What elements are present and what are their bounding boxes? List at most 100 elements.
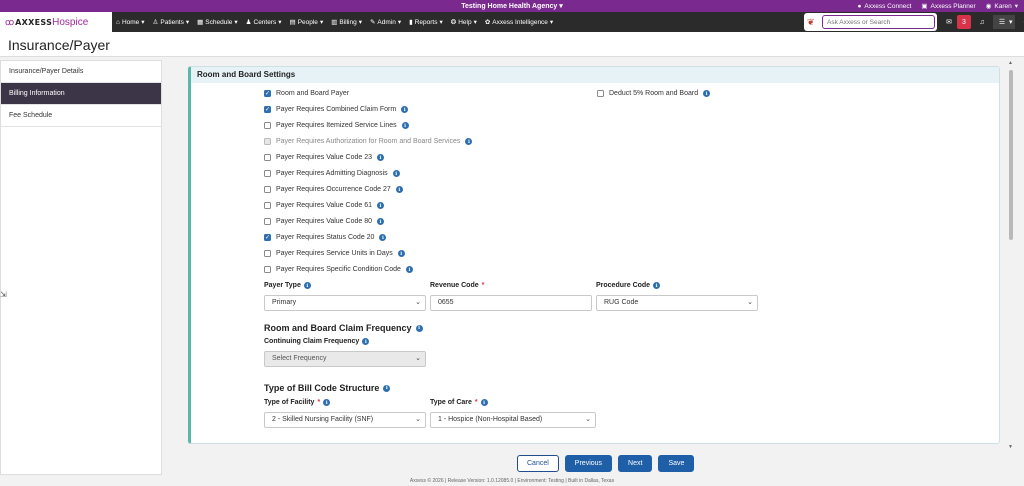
- info-icon[interactable]: i: [415, 324, 423, 332]
- add-button[interactable]: +▾: [1019, 15, 1024, 29]
- payer-type-select[interactable]: Primary ⌄: [264, 295, 426, 311]
- chat-icon: ●: [857, 2, 862, 10]
- info-icon[interactable]: i: [376, 202, 384, 209]
- nav-patients-label: Patients: [160, 18, 184, 26]
- axxess-connect-link[interactable]: ● Axxess Connect: [857, 2, 911, 10]
- nav-home[interactable]: ⌂ Home ▾: [116, 18, 145, 27]
- checkbox-row[interactable]: Payer Requires Value Code 61 i: [264, 202, 384, 209]
- checkbox-box: [597, 90, 604, 97]
- info-icon[interactable]: i: [376, 218, 384, 225]
- required-marker: *: [481, 282, 485, 289]
- cancel-button[interactable]: Cancel: [517, 455, 559, 472]
- info-icon[interactable]: i: [653, 282, 661, 289]
- checkbox-label: Payer Requires Occurrence Code 27: [276, 186, 391, 193]
- info-icon[interactable]: i: [376, 154, 384, 161]
- nav-people[interactable]: ▤ People ▾: [290, 18, 324, 27]
- info-icon[interactable]: i: [303, 282, 311, 289]
- ai-assistant-icon[interactable]: ❦: [807, 17, 815, 28]
- logo-word: AXXESS: [15, 17, 53, 27]
- revenue-code-input[interactable]: 0655: [430, 295, 592, 311]
- type-of-facility-select[interactable]: 2 - Skilled Nursing Facility (SNF) ⌄: [264, 412, 426, 428]
- axxess-planner-link[interactable]: ▣ Axxess Planner: [921, 2, 975, 11]
- nav-schedule[interactable]: ▦ Schedule ▾: [197, 18, 238, 27]
- info-icon[interactable]: i: [383, 384, 391, 392]
- checkbox-box: [264, 138, 271, 145]
- checkbox-row[interactable]: Payer Requires Value Code 80 i: [264, 218, 384, 225]
- nav-reports[interactable]: ▮ Reports ▾: [409, 18, 443, 27]
- checkbox-box: [264, 122, 271, 129]
- procedure-code-select[interactable]: RUG Code ⌄: [596, 295, 758, 311]
- info-icon[interactable]: i: [401, 122, 409, 129]
- type-of-care-select[interactable]: 1 - Hospice (Non-Hospital Based) ⌄: [430, 412, 596, 428]
- continuing-claim-frequency-select[interactable]: Select Frequency ⌄: [264, 351, 426, 367]
- axxess-hospice-logo[interactable]: ꝏ AXXESS Hospice: [0, 12, 112, 32]
- user-menu[interactable]: ◉ Karen ▾: [985, 2, 1018, 11]
- nav-billing[interactable]: ▥ Billing ▾: [331, 18, 362, 27]
- claim-frequency-heading: Room and Board Claim Frequency i: [264, 323, 423, 333]
- chevron-down-icon: ⌄: [747, 299, 753, 306]
- logo-product: Hospice: [52, 16, 89, 28]
- checkbox-row[interactable]: Payer Requires Occurrence Code 27 i: [264, 186, 403, 193]
- next-button[interactable]: Next: [618, 455, 653, 472]
- sidebar-item-billing-information[interactable]: Billing Information: [1, 83, 161, 105]
- top-bar: Testing Home Health Agency ▾ ● Axxess Con…: [0, 0, 1024, 12]
- checkbox-row[interactable]: Payer Requires Admitting Diagnosis i: [264, 170, 400, 177]
- checkbox-row[interactable]: Payer Requires Authorization for Room an…: [264, 138, 473, 145]
- info-icon[interactable]: i: [392, 170, 400, 177]
- main-content: Room and Board Settings ✓ Room and Board …: [180, 60, 1016, 450]
- type-of-care-label: Type of Care * i: [430, 399, 488, 406]
- checkbox-row[interactable]: ✓ Payer Requires Combined Claim Form i: [264, 106, 409, 113]
- deduct-5-room-board-checkbox[interactable]: Deduct 5% Room and Board i: [597, 90, 711, 97]
- checkbox-row[interactable]: ✓ Room and Board Payer: [264, 90, 349, 97]
- sidebar-item-insurance-payer-details[interactable]: Insurance/Payer Details: [1, 61, 161, 83]
- user-circle-icon: ◉: [985, 3, 992, 10]
- info-icon[interactable]: i: [480, 399, 488, 406]
- checkbox-row[interactable]: Payer Requires Specific Condition Code i: [264, 266, 413, 273]
- nav-home-label: Home: [121, 18, 140, 26]
- info-icon[interactable]: i: [401, 106, 409, 113]
- checkbox-row[interactable]: Payer Requires Value Code 23 i: [264, 154, 384, 161]
- release-footnote: Axxess © 2026 | Release Version: 1.0.120…: [409, 478, 615, 484]
- bill-code-heading-text: Type of Bill Code Structure: [264, 383, 380, 393]
- checkbox-box: [264, 266, 271, 273]
- nav-help[interactable]: ❂ Help ▾: [450, 18, 477, 27]
- checkbox-box: [264, 186, 271, 193]
- scrollbar-thumb[interactable]: [1009, 70, 1013, 240]
- required-marker: *: [317, 399, 321, 406]
- form-actions: Cancel Previous Next Save: [517, 455, 695, 472]
- notifications-button[interactable]: ♫: [975, 15, 989, 29]
- scroll-up-icon[interactable]: ▲: [1008, 60, 1013, 66]
- checkbox-row[interactable]: Payer Requires Service Units in Days i: [264, 250, 405, 257]
- checked-checkbox-icon: ✓: [264, 106, 271, 113]
- previous-button[interactable]: Previous: [564, 455, 613, 472]
- nav-admin[interactable]: ✎ Admin ▾: [370, 18, 401, 27]
- info-icon[interactable]: i: [323, 399, 331, 406]
- search-input[interactable]: [822, 15, 935, 29]
- info-icon[interactable]: i: [362, 338, 370, 345]
- calendar-icon: ▦: [197, 19, 204, 26]
- nav-axxess-intelligence[interactable]: ✿ Axxess Intelligence ▾: [485, 18, 553, 27]
- checkbox-row[interactable]: ✓ Payer Requires Status Code 20 i: [264, 234, 387, 241]
- nav-centers-label: Centers: [253, 18, 277, 26]
- help-icon: ❂: [450, 19, 457, 26]
- sidebar-item-fee-schedule[interactable]: Fee Schedule: [1, 105, 161, 127]
- menu-button[interactable]: ☰ ▾: [993, 15, 1015, 29]
- checkbox-box: [264, 250, 271, 257]
- chevron-down-icon: ⌄: [415, 355, 421, 362]
- nav-admin-label: Admin: [377, 18, 396, 26]
- info-icon[interactable]: i: [397, 250, 405, 257]
- info-icon[interactable]: i: [405, 266, 413, 273]
- checkbox-row[interactable]: Payer Requires Itemized Service Lines i: [264, 122, 409, 129]
- nav-patients[interactable]: ♙ Patients ▾: [153, 18, 190, 27]
- mail-icon: ✉: [946, 19, 952, 26]
- scroll-down-icon[interactable]: ▼: [1008, 444, 1013, 450]
- info-icon[interactable]: i: [395, 186, 403, 193]
- info-icon[interactable]: i: [379, 234, 387, 241]
- info-icon[interactable]: i: [703, 90, 711, 97]
- bell-icon: ♫: [979, 18, 985, 26]
- content-scrollbar[interactable]: ▲ ▼: [1008, 60, 1014, 450]
- nav-centers[interactable]: ♟ Centers ▾: [246, 18, 282, 27]
- save-button[interactable]: Save: [658, 455, 695, 472]
- info-icon[interactable]: i: [465, 138, 473, 145]
- messages-button[interactable]: ✉ 3: [942, 15, 971, 29]
